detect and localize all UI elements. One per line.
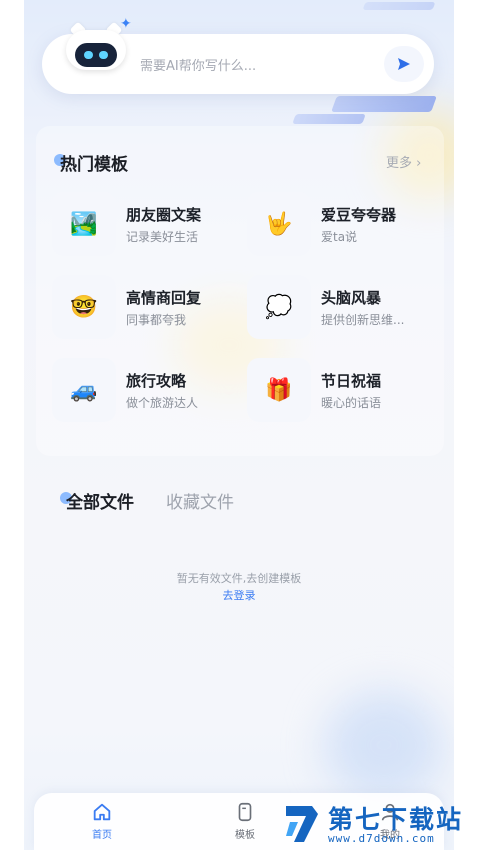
tab-favorite-files[interactable]: 收藏文件: [166, 488, 234, 513]
template-name: 高情商回复: [126, 289, 202, 307]
template-item-brainstorm[interactable]: 💭 头脑风暴 提供创新思维...: [247, 275, 427, 339]
template-name: 头脑风暴: [321, 289, 382, 307]
template-name: 爱豆夸夸器: [321, 206, 397, 224]
decor-stripe: [292, 114, 366, 124]
thought-bubble-icon: 💭: [247, 275, 311, 339]
template-desc: 爱ta说: [321, 230, 358, 244]
template-item-idol-praise[interactable]: 🤟 爱豆夸夸器 爱ta说: [247, 192, 427, 256]
nav-home[interactable]: 首页: [72, 801, 132, 841]
watermark-title: 第七下载站: [328, 805, 464, 834]
app-screen: ✦ 需要AI帮你写什么... 热门模板 更多 › 🏞️ 朋友圈文案 记录美好生活…: [24, 0, 454, 850]
send-button[interactable]: [384, 46, 424, 82]
template-doc-icon: [238, 802, 252, 822]
nav-templates[interactable]: 模板: [215, 801, 275, 841]
template-desc: 做个旅游达人: [126, 396, 199, 410]
template-item-holiday-wishes[interactable]: 🎁 节日祝福 暖心的话语: [247, 358, 427, 422]
home-icon: [93, 803, 111, 821]
tab-all-files-label: 全部文件: [66, 493, 134, 513]
more-templates-link[interactable]: 更多 ›: [386, 152, 421, 171]
decor-stripe: [362, 2, 436, 10]
template-desc: 提供创新思维...: [321, 313, 405, 327]
template-desc: 记录美好生活: [126, 230, 199, 244]
tab-favorite-files-label: 收藏文件: [166, 493, 234, 513]
watermark-url: www.d7down.com: [328, 832, 435, 845]
template-desc: 暖心的话语: [321, 396, 382, 410]
template-desc: 同事都夸我: [126, 313, 187, 327]
car-icon: 🚙: [52, 358, 116, 422]
ai-prompt-placeholder[interactable]: 需要AI帮你写什么...: [140, 55, 256, 74]
nav-home-label: 首页: [92, 830, 112, 841]
send-icon: [398, 58, 410, 70]
template-item-travel-guide[interactable]: 🚙 旅行攻略 做个旅游达人: [52, 358, 232, 422]
ai-robot-mascot-icon: [66, 21, 126, 72]
login-link[interactable]: 去登录: [24, 587, 454, 603]
tab-all-files[interactable]: 全部文件: [60, 488, 134, 513]
template-name: 朋友圈文案: [126, 206, 202, 224]
love-you-hand-icon: 🤟: [247, 192, 311, 256]
watermark-logo-icon: [286, 806, 318, 842]
landscape-picture-icon: 🏞️: [52, 192, 116, 256]
nav-templates-label: 模板: [235, 830, 255, 841]
empty-state-text: 暂无有效文件,去创建模板: [176, 572, 302, 585]
hot-templates-title-text: 热门模板: [60, 155, 128, 175]
template-item-moments[interactable]: 🏞️ 朋友圈文案 记录美好生活: [52, 192, 232, 256]
template-name: 节日祝福: [321, 372, 382, 390]
template-name: 旅行攻略: [126, 372, 187, 390]
site-watermark: 第七下载站 www.d7down.com: [282, 798, 478, 850]
sparkle-icon: ✦: [120, 16, 132, 32]
template-item-high-eq-reply[interactable]: 🤓 高情商回复 同事都夸我: [52, 275, 232, 339]
gift-icon: 🎁: [247, 358, 311, 422]
hot-templates-title: 热门模板: [54, 150, 128, 175]
nerd-face-icon: 🤓: [52, 275, 116, 339]
decor-blue-glow: [324, 690, 444, 800]
decor-stripe: [331, 96, 437, 112]
